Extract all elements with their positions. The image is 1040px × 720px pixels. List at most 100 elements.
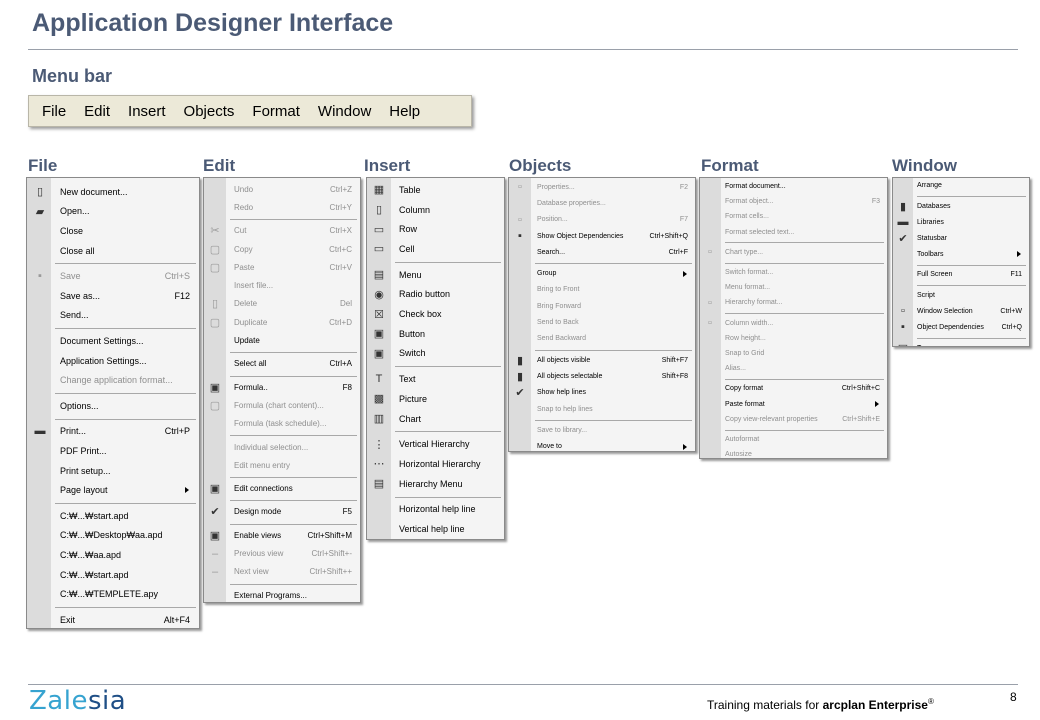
file-menu-item-save[interactable]: ▪ Save Ctrl+S [27, 266, 199, 286]
insert-menu-item-vertical-help-line[interactable]: Vertical help line [367, 519, 504, 539]
edit-menu-item-cut[interactable]: ✂ Cut Ctrl+X [204, 222, 360, 240]
edit-menu-item-paste[interactable]: ▢ Paste Ctrl+V [204, 258, 360, 276]
insert-menu-item-text[interactable]: T Text [367, 369, 504, 389]
insert-menu-item-button[interactable]: ▣ Button [367, 324, 504, 344]
insert-menu-item-picture[interactable]: ▩ Picture [367, 389, 504, 409]
objects-menu-item-bring-to-front[interactable]: Bring to Front [509, 282, 695, 298]
menubar-window[interactable]: Window [309, 103, 380, 120]
insert-menu-item-horizontal-help-line[interactable]: Horizontal help line [367, 500, 504, 520]
edit-menu-item-insert-file[interactable]: Insert file... [204, 277, 360, 295]
insert-menu-item-switch[interactable]: ▣ Switch [367, 344, 504, 364]
insert-menu-item-table[interactable]: ▦ Table [367, 180, 504, 200]
window-menu-item-trace[interactable]: ▣ Trace [893, 340, 1029, 346]
edit-menu-item-select-all[interactable]: Select all Ctrl+A [204, 355, 360, 373]
file-menu-item-c-start-apd[interactable]: C:₩...₩start.apd [27, 565, 199, 585]
edit-menu-item-undo[interactable]: Undo Ctrl+Z [204, 180, 360, 198]
format-menu-item-format-selected-text[interactable]: Format selected text... [700, 225, 887, 240]
edit-menu-item-formula-task-schedule[interactable]: Formula (task schedule)... [204, 415, 360, 433]
objects-menu-item-show-object-dependencies[interactable]: ▪ Show Object Dependencies Ctrl+Shift+Q [509, 228, 695, 244]
menubar-edit[interactable]: Edit [75, 103, 119, 120]
file-menu-item-send[interactable]: Send... [27, 306, 199, 326]
format-menu-item-copy-format[interactable]: Copy format Ctrl+Shift+C [700, 381, 887, 396]
edit-menu-item-edit-connections[interactable]: ▣ Edit connections [204, 480, 360, 498]
format-menu-item-autoformat[interactable]: Autoformat [700, 432, 887, 447]
edit-menu-item-individual-selection[interactable]: Individual selection... [204, 438, 360, 456]
format-menu-item-menu-format[interactable]: Menu format... [700, 280, 887, 295]
format-menu-item-row-height[interactable]: Row height... [700, 331, 887, 346]
objects-menu-item-show-help-lines[interactable]: ✔ Show help lines [509, 385, 695, 401]
file-menu-item-close[interactable]: Close [27, 221, 199, 241]
objects-menu-item-bring-forward[interactable]: Bring Forward [509, 298, 695, 314]
window-menu-item-databases[interactable]: ▮ Databases [893, 199, 1029, 215]
objects-menu-item-properties[interactable]: ▫ Properties... F2 [509, 179, 695, 195]
objects-menu-item-search[interactable]: Search... Ctrl+F [509, 244, 695, 260]
edit-menu-item-update[interactable]: Update [204, 331, 360, 349]
file-menu-item-c-start-apd[interactable]: C:₩...₩start.apd [27, 506, 199, 526]
objects-menu-item-database-properties[interactable]: Database properties... [509, 195, 695, 211]
file-menu-item-save-as[interactable]: Save as... F12 [27, 286, 199, 306]
insert-menu-item-menu[interactable]: ▤ Menu [367, 265, 504, 285]
objects-menu-item-all-objects-selectable[interactable]: ▮ All objects selectable Shift+F8 [509, 368, 695, 384]
file-menu-item-open[interactable]: ▰ Open... [27, 202, 199, 222]
file-menu-item-pdf-print[interactable]: PDF Print... [27, 441, 199, 461]
window-menu-item-arrange[interactable]: Arrange [893, 178, 1029, 194]
file-menu-item-c-aa-apd[interactable]: C:₩...₩aa.apd [27, 545, 199, 565]
edit-menu-item-enable-views[interactable]: ▣ Enable views Ctrl+Shift+M [204, 526, 360, 544]
objects-menu-item-send-to-back[interactable]: Send to Back [509, 314, 695, 330]
format-menu-item-format-cells[interactable]: Format cells... [700, 209, 887, 224]
file-menu-item-c-desktop-aa-apd[interactable]: C:₩...₩Desktop₩aa.apd [27, 526, 199, 546]
edit-menu-item-duplicate[interactable]: ▢ Duplicate Ctrl+D [204, 313, 360, 331]
window-menu-item-script[interactable]: Script [893, 288, 1029, 304]
window-menu-item-toolbars[interactable]: Toolbars [893, 246, 1029, 262]
format-menu-item-alias[interactable]: Alias... [700, 361, 887, 376]
file-menu-item-c-templete-apy[interactable]: C:₩...₩TEMPLETE.apy [27, 584, 199, 604]
window-menu-item-libraries[interactable]: ▬ Libraries [893, 215, 1029, 231]
window-menu-item-full-screen[interactable]: Full Screen F11 [893, 267, 1029, 283]
file-menu-item-page-layout[interactable]: Page layout [27, 480, 199, 500]
window-menu-item-window-selection[interactable]: ▫ Window Selection Ctrl+W [893, 304, 1029, 320]
format-menu-item-autosize[interactable]: Autosize [700, 447, 887, 458]
menubar-file[interactable]: File [33, 103, 75, 120]
file-menu-item-document-settings[interactable]: Document Settings... [27, 331, 199, 351]
window-menu-item-object-dependencies[interactable]: ▪ Object Dependencies Ctrl+Q [893, 319, 1029, 335]
file-menu-item-application-settings[interactable]: Application Settings... [27, 351, 199, 371]
menubar-insert[interactable]: Insert [119, 103, 175, 120]
objects-menu-item-save-to-library[interactable]: Save to library... [509, 422, 695, 438]
objects-menu-item-snap-to-help-lines[interactable]: Snap to help lines [509, 401, 695, 417]
format-menu-item-switch-format[interactable]: Switch format... [700, 265, 887, 280]
format-menu-item-snap-to-grid[interactable]: Snap to Grid [700, 346, 887, 361]
objects-menu-item-send-backward[interactable]: Send Backward [509, 331, 695, 347]
edit-menu-item-external-programs[interactable]: External Programs... [204, 586, 360, 602]
file-menu-item-change-application-format[interactable]: Change application format... [27, 370, 199, 390]
format-menu-item-format-object[interactable]: Format object... F3 [700, 194, 887, 209]
insert-menu-item-row[interactable]: ▭ Row [367, 219, 504, 239]
format-menu-item-paste-format[interactable]: Paste format [700, 397, 887, 412]
insert-menu-item-column[interactable]: ▯ Column [367, 200, 504, 220]
window-menu-item-statusbar[interactable]: ✔ Statusbar [893, 230, 1029, 246]
edit-menu-item-formula-chart-content[interactable]: ▢ Formula (chart content)... [204, 396, 360, 414]
objects-menu-item-position[interactable]: ▫ Position... F7 [509, 212, 695, 228]
format-menu-item-column-width[interactable]: ▫ Column width... [700, 316, 887, 331]
format-menu-item-format-document[interactable]: Format document... [700, 179, 887, 194]
file-menu-item-exit[interactable]: Exit Alt+F4 [27, 610, 199, 628]
objects-menu-item-group[interactable]: Group [509, 266, 695, 282]
menubar-help[interactable]: Help [380, 103, 429, 120]
format-menu-item-hierarchy-format[interactable]: ▫ Hierarchy format... [700, 295, 887, 310]
objects-menu-item-move-to[interactable]: Move to [509, 439, 695, 452]
edit-menu-item-redo[interactable]: Redo Ctrl+Y [204, 198, 360, 216]
insert-menu-item-radio-button[interactable]: ◉ Radio button [367, 285, 504, 305]
menubar-objects[interactable]: Objects [175, 103, 244, 120]
format-menu-item-copy-view-relevant-properties[interactable]: Copy view-relevant properties Ctrl+Shift+… [700, 412, 887, 427]
format-menu-item-chart-type[interactable]: ▫ Chart type... [700, 245, 887, 260]
objects-menu-item-all-objects-visible[interactable]: ▮ All objects visible Shift+F7 [509, 352, 695, 368]
insert-menu-item-vertical-hierarchy[interactable]: ⋮ Vertical Hierarchy [367, 434, 504, 454]
file-menu-item-close-all[interactable]: Close all [27, 241, 199, 261]
file-menu-item-options[interactable]: Options... [27, 396, 199, 416]
edit-menu-item-delete[interactable]: ▯ Delete Del [204, 295, 360, 313]
insert-menu-item-hierarchy-menu[interactable]: ▤ Hierarchy Menu [367, 474, 504, 494]
file-menu-item-print[interactable]: ▬ Print... Ctrl+P [27, 422, 199, 442]
insert-menu-item-check-box[interactable]: ☒ Check box [367, 304, 504, 324]
insert-menu-item-horizontal-hierarchy[interactable]: ⋯ Horizontal Hierarchy [367, 454, 504, 474]
edit-menu-item-copy[interactable]: ▢ Copy Ctrl+C [204, 240, 360, 258]
edit-menu-item-previous-view[interactable]: – Previous view Ctrl+Shift+- [204, 544, 360, 562]
